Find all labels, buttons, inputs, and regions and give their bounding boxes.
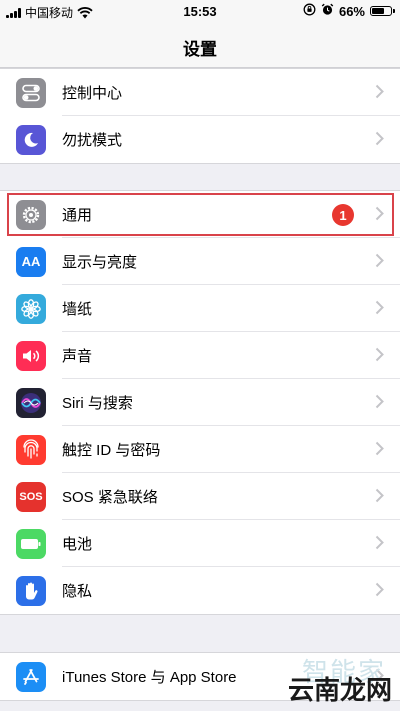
- navigation-bar: 设置: [0, 22, 400, 68]
- hand-icon: [16, 575, 46, 606]
- settings-row-label: 隐私: [62, 583, 93, 600]
- control-center-icon: [16, 77, 46, 108]
- display-brightness-icon: AA: [16, 246, 46, 277]
- battery-icon: [370, 6, 395, 16]
- status-right: 66%: [303, 3, 395, 19]
- chevron-right-icon: [375, 347, 384, 362]
- siri-icon: [16, 387, 46, 418]
- settings-row-label: 墙纸: [62, 301, 93, 318]
- chevron-right-icon: [375, 300, 384, 315]
- highlight-annotation-frame: [7, 193, 394, 236]
- sos-icon: SOS: [16, 481, 46, 512]
- moon-icon: [16, 124, 46, 155]
- settings-row-battery[interactable]: 电池: [0, 520, 400, 567]
- battery-percent: 66%: [338, 3, 365, 19]
- settings-row-do-not-disturb[interactable]: 勿扰模式: [0, 116, 400, 163]
- speaker-icon: [16, 340, 46, 371]
- settings-row-label: 控制中心: [62, 85, 123, 102]
- settings-row-display-brightness[interactable]: AA 显示与亮度: [0, 238, 400, 285]
- page-title: 设置: [183, 40, 217, 59]
- settings-row-control-center[interactable]: 控制中心: [0, 69, 400, 116]
- settings-row-wallpaper[interactable]: 墙纸: [0, 285, 400, 332]
- rotation-lock-icon: [303, 3, 316, 19]
- app-store-icon: [16, 661, 46, 692]
- fingerprint-icon: [16, 434, 46, 465]
- settings-row-privacy[interactable]: 隐私: [0, 567, 400, 614]
- settings-group-2: 通用 1 AA 显示与亮度 墙纸 声音 Siri 与搜索 触控 ID 与密码 S…: [0, 190, 400, 615]
- settings-row-siri-search[interactable]: Siri 与搜索: [0, 379, 400, 426]
- settings-row-touch-id-passcode[interactable]: 触控 ID 与密码: [0, 426, 400, 473]
- chevron-right-icon: [375, 394, 384, 409]
- chevron-right-icon: [375, 582, 384, 597]
- settings-row-label: Siri 与搜索: [62, 395, 133, 412]
- alarm-icon: [321, 3, 334, 19]
- status-bar: 中国移动 15:53 66%: [0, 0, 400, 22]
- chevron-right-icon: [375, 535, 384, 550]
- settings-row-emergency-sos[interactable]: SOS SOS 紧急联络: [0, 473, 400, 520]
- chevron-right-icon: [375, 441, 384, 456]
- settings-row-sounds[interactable]: 声音: [0, 332, 400, 379]
- battery-setting-icon: [16, 528, 46, 559]
- settings-row-label: 勿扰模式: [62, 132, 123, 149]
- settings-row-label: 触控 ID 与密码: [62, 442, 161, 459]
- settings-row-label: 显示与亮度: [62, 254, 138, 271]
- wallpaper-icon: [16, 293, 46, 324]
- settings-row-label: 声音: [62, 348, 93, 365]
- settings-row-label: 电池: [62, 536, 93, 553]
- chevron-right-icon: [375, 253, 384, 268]
- chevron-right-icon: [375, 488, 384, 503]
- settings-row-label: SOS 紧急联络: [62, 489, 158, 506]
- settings-group-1: 控制中心 勿扰模式: [0, 68, 400, 164]
- chevron-right-icon: [375, 84, 384, 99]
- chevron-right-icon: [375, 131, 384, 146]
- watermark: 云南龙网: [287, 675, 392, 705]
